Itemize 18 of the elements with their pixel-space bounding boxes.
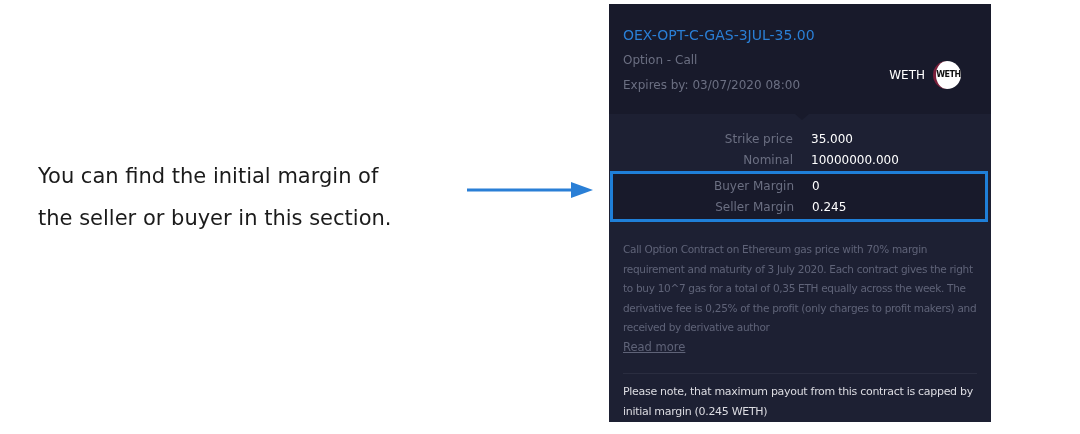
contract-type: Option - Call bbox=[623, 52, 699, 68]
annotation-text: You can find the initial margin of bbox=[38, 163, 379, 190]
expiry-date: Expires by: 03/07/2020 08:00 bbox=[623, 77, 802, 93]
read-more-link[interactable]: Read more bbox=[623, 337, 686, 357]
detail-label: Strike price bbox=[723, 130, 793, 148]
currency-label: WETH bbox=[889, 67, 925, 84]
detail-label: Nominal bbox=[742, 152, 793, 170]
currency-icon: WETH bbox=[933, 61, 961, 89]
detail-label: Buyer Margin bbox=[712, 177, 794, 195]
detail-value: 0 bbox=[812, 177, 820, 195]
contract-title[interactable]: OEX-OPT-C-GAS-3JUL-35.00 bbox=[623, 26, 890, 44]
detail-label: Seller Margin bbox=[714, 199, 794, 217]
detail-value: 10000000.000 bbox=[811, 152, 899, 170]
detail-value: 35.000 bbox=[811, 130, 853, 148]
detail-value: 0.245 bbox=[812, 199, 847, 217]
contract-description: Call Option Contract on Ethereum gas price with 70% margin requirement and maturity of 3 July 2020. Each contract gives the right to buy 10^7 gas for a total of 0,35 ETH equally across the week. The derivative fee is 0,25% of the profit (only charges to profit makers) and received by derivative author bbox=[623, 242, 977, 335]
payout-note: Please note, that maximum payout from this contract is capped by initial margin (0.245 WETH) bbox=[623, 384, 974, 420]
annotation-text: the seller or buyer in this section. bbox=[38, 205, 392, 232]
